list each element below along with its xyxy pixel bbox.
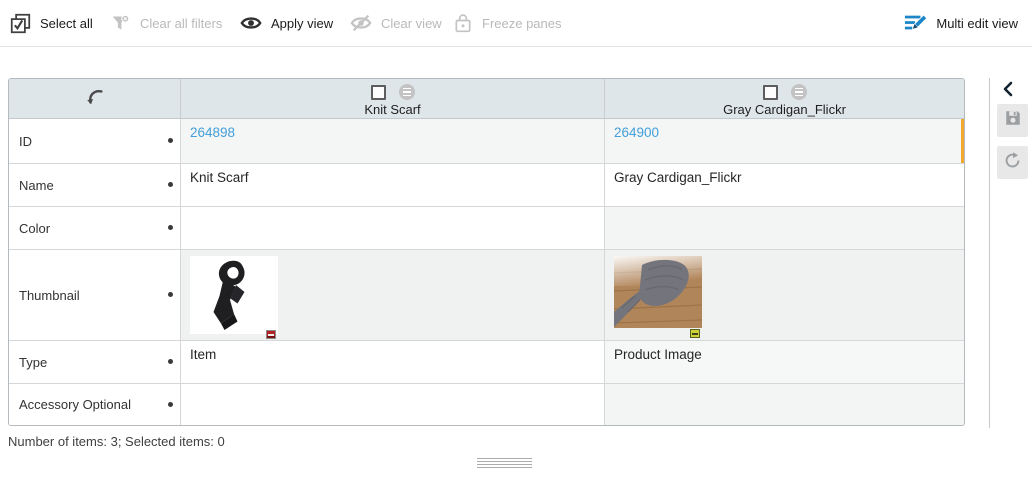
row-header-thumbnail: Thumbnail [9, 250, 181, 341]
clear-all-filters-label: Clear all filters [140, 16, 222, 31]
row-label: Name [19, 178, 54, 193]
row-type: Type Item Product Image [9, 341, 964, 384]
cell-id-knit-scarf[interactable]: 264898 [181, 119, 605, 164]
gray-cardigan-photo[interactable] [614, 256, 702, 331]
filter-clear-icon [110, 13, 131, 34]
cell-name-gray-cardigan[interactable]: Gray Cardigan_Flickr [605, 164, 964, 207]
row-label: Accessory Optional [19, 397, 131, 412]
select-all-icon [10, 13, 31, 34]
resize-grip[interactable] [477, 458, 532, 469]
column-title: Knit Scarf [364, 102, 420, 117]
row-header-id: ID [9, 119, 181, 164]
thumbnail-status-badge [690, 329, 700, 338]
multi-edit-view-label: Multi edit view [936, 16, 1018, 31]
chevron-left-icon [999, 85, 1017, 102]
cell-accessory-gray-cardigan[interactable] [605, 384, 964, 425]
product-grid: Knit Scarf Gray Cardigan_Flickr ID 26489… [8, 78, 965, 426]
row-accessory-optional: Accessory Optional [9, 384, 964, 425]
clear-view-button[interactable]: Clear view [350, 0, 442, 46]
clear-all-filters-button[interactable]: Clear all filters [110, 0, 222, 46]
save-button[interactable] [997, 104, 1028, 137]
attribute-dot [168, 225, 173, 230]
column-menu-icon[interactable] [399, 84, 415, 100]
apply-view-button[interactable]: Apply view [240, 0, 333, 46]
row-header-color: Color [9, 207, 181, 250]
row-header-name: Name [9, 164, 181, 207]
freeze-panes-button[interactable]: Freeze panes [453, 0, 562, 46]
refresh-button[interactable] [997, 146, 1028, 179]
column-menu-icon[interactable] [791, 84, 807, 100]
multi-edit-icon [903, 12, 927, 34]
cell-type-gray-cardigan[interactable]: Product Image [605, 341, 964, 384]
eye-icon [240, 12, 262, 34]
multi-edit-view-button[interactable]: Multi edit view [903, 0, 1018, 46]
collapse-panel-button[interactable] [999, 80, 1017, 98]
column-select-checkbox[interactable] [371, 85, 386, 100]
attribute-dot [168, 402, 173, 407]
row-header-accessory-optional: Accessory Optional [9, 384, 181, 425]
cell-type-knit-scarf[interactable]: Item [181, 341, 605, 384]
cell-color-knit-scarf[interactable] [181, 207, 605, 250]
attribute-dot [168, 182, 173, 187]
cell-thumbnail-knit-scarf[interactable] [181, 250, 605, 341]
column-title: Gray Cardigan_Flickr [723, 102, 846, 117]
save-icon [1004, 109, 1022, 132]
attribute-dot [168, 138, 173, 143]
refresh-icon [1003, 151, 1022, 175]
cell-accessory-knit-scarf[interactable] [181, 384, 605, 425]
knit-scarf-photo[interactable] [190, 256, 278, 337]
column-select-checkbox[interactable] [763, 85, 778, 100]
apply-view-label: Apply view [271, 16, 333, 31]
select-all-button[interactable]: Select all [10, 0, 93, 46]
row-thumbnail: Thumbnail [9, 250, 964, 341]
row-label: Color [19, 221, 50, 236]
cell-name-knit-scarf[interactable]: Knit Scarf [181, 164, 605, 207]
grid-corner-cell[interactable] [9, 79, 181, 119]
id-link[interactable]: 264898 [190, 125, 235, 140]
toolbar: Select all Clear all filters Apply view … [0, 0, 1032, 47]
id-link[interactable]: 264900 [614, 125, 659, 140]
column-header-knit-scarf[interactable]: Knit Scarf [181, 79, 605, 119]
column-header-gray-cardigan[interactable]: Gray Cardigan_Flickr [605, 79, 964, 119]
clear-view-label: Clear view [381, 16, 442, 31]
row-name: Name Knit Scarf Gray Cardigan_Flickr [9, 164, 964, 207]
status-bar: Number of items: 3; Selected items: 0 [8, 434, 225, 449]
cell-thumbnail-gray-cardigan[interactable] [605, 250, 964, 341]
app-window: Select all Clear all filters Apply view … [0, 0, 1032, 482]
cell-color-gray-cardigan[interactable] [605, 207, 964, 250]
row-color: Color [9, 207, 964, 250]
row-header-type: Type [9, 341, 181, 384]
thumbnail-status-badge [266, 330, 276, 339]
freeze-panes-label: Freeze panes [482, 16, 562, 31]
lock-icon [453, 13, 473, 33]
row-label: Type [19, 355, 47, 370]
row-id: ID 264898 264900 [9, 119, 964, 164]
select-all-label: Select all [40, 16, 93, 31]
row-label: Thumbnail [19, 288, 80, 303]
eye-slash-icon [350, 12, 372, 34]
row-label: ID [19, 134, 32, 149]
grid-header-row: Knit Scarf Gray Cardigan_Flickr [9, 79, 964, 119]
rotate-arrow-icon [84, 85, 106, 112]
panel-divider [989, 78, 990, 428]
attribute-dot [168, 292, 173, 297]
cell-id-gray-cardigan[interactable]: 264900 [605, 119, 964, 164]
attribute-dot [168, 359, 173, 364]
